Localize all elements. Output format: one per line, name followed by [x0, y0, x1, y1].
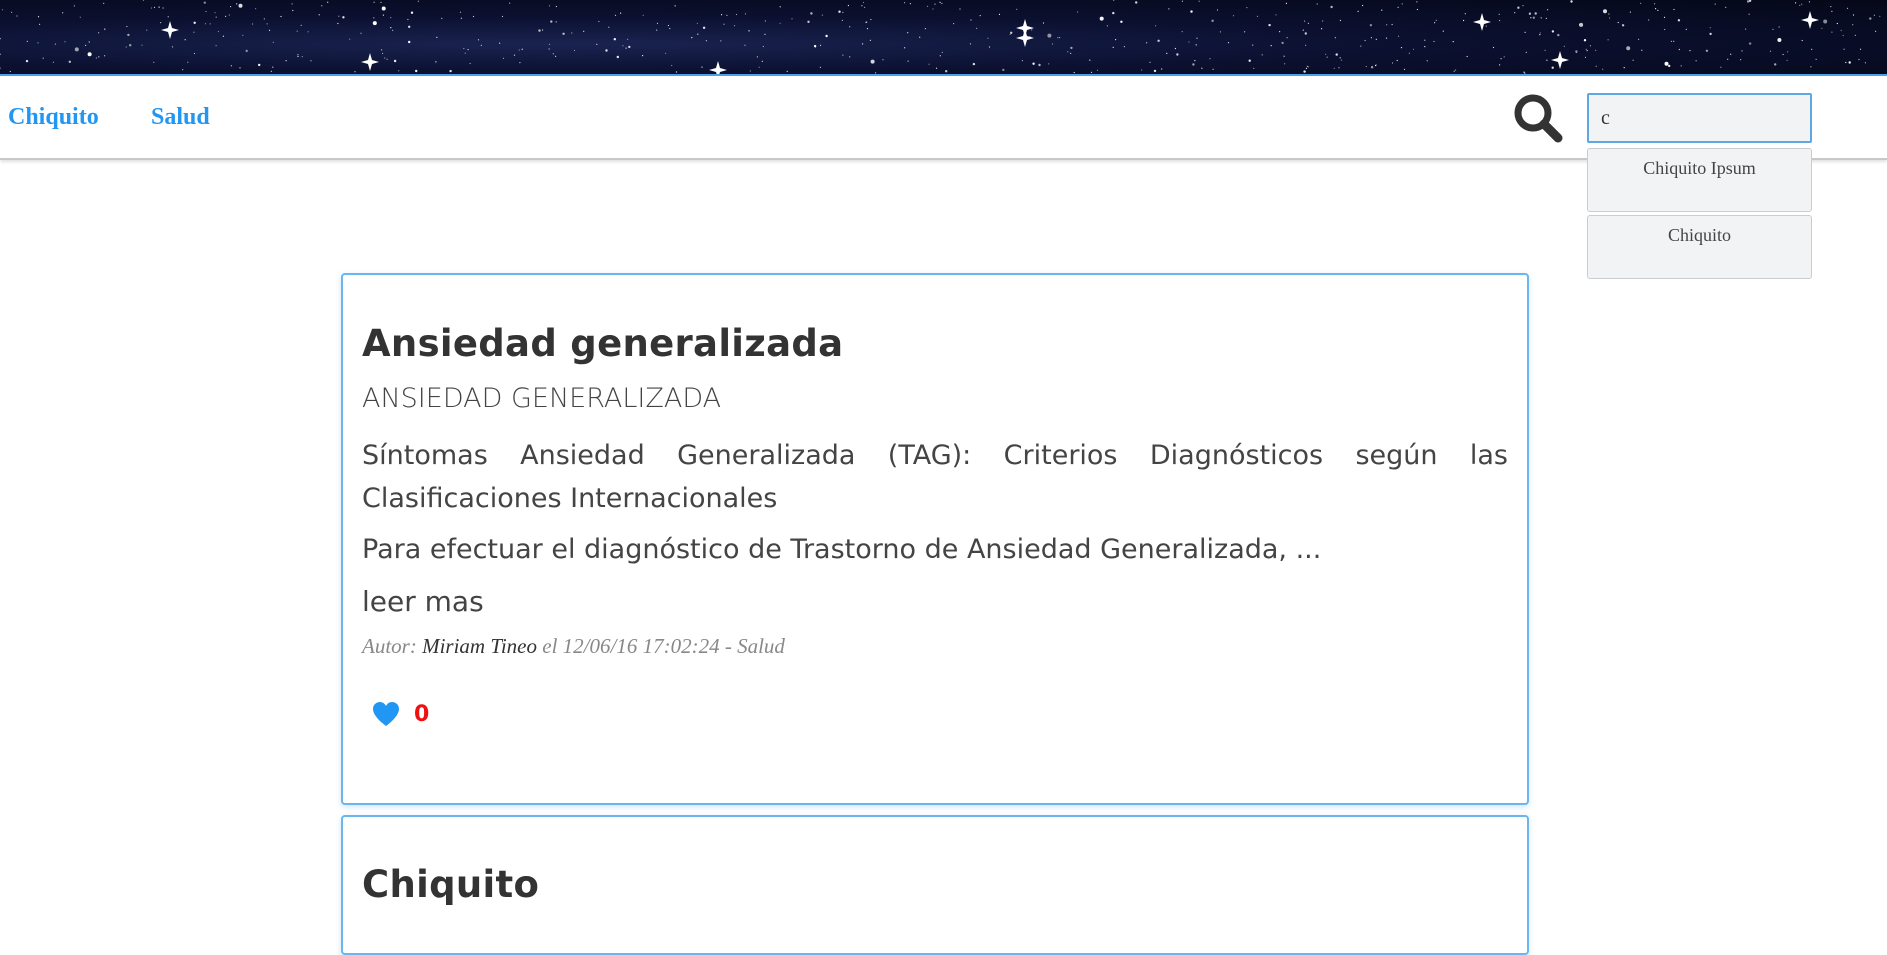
post-title[interactable]: Ansiedad generalizada	[362, 322, 1508, 365]
search-icon[interactable]	[1512, 92, 1564, 144]
nav-link-chiquito[interactable]: Chiquito	[8, 104, 99, 131]
post-author[interactable]: Miriam Tineo	[422, 634, 537, 658]
search-suggestions: Chiquito Ipsum Chiquito	[1587, 148, 1812, 282]
like-count: 0	[414, 701, 430, 727]
header-banner	[0, 0, 1887, 74]
post-card: Chiquito	[341, 815, 1529, 955]
like-section: 0	[372, 701, 1508, 727]
starfield	[0, 0, 1881, 74]
post-meta: Autor: Miriam Tineo el 12/06/16 17:02:24…	[362, 634, 1508, 659]
nav-link-salud[interactable]: Salud	[151, 104, 210, 131]
post-subtitle: ANSIEDAD GENERALIZADA	[362, 383, 722, 414]
meta-prefix: Autor:	[362, 634, 417, 658]
suggestion-item[interactable]: Chiquito Ipsum	[1587, 148, 1812, 212]
post-heading: Síntomas Ansiedad Generalizada (TAG): Cr…	[362, 440, 1508, 514]
post-card: Ansiedad generalizada ANSIEDAD GENERALIZ…	[341, 273, 1529, 805]
post-excerpt: Para efectuar el diagnóstico de Trastorn…	[362, 534, 1322, 565]
meta-suffix: el 12/06/16 17:02:24 - Salud	[542, 634, 785, 658]
search-input[interactable]	[1587, 93, 1812, 143]
post-title[interactable]: Chiquito	[362, 863, 1508, 906]
read-more-link[interactable]: leer mas	[362, 585, 1508, 618]
heart-icon[interactable]	[372, 701, 400, 727]
suggestion-item[interactable]: Chiquito	[1587, 215, 1812, 279]
